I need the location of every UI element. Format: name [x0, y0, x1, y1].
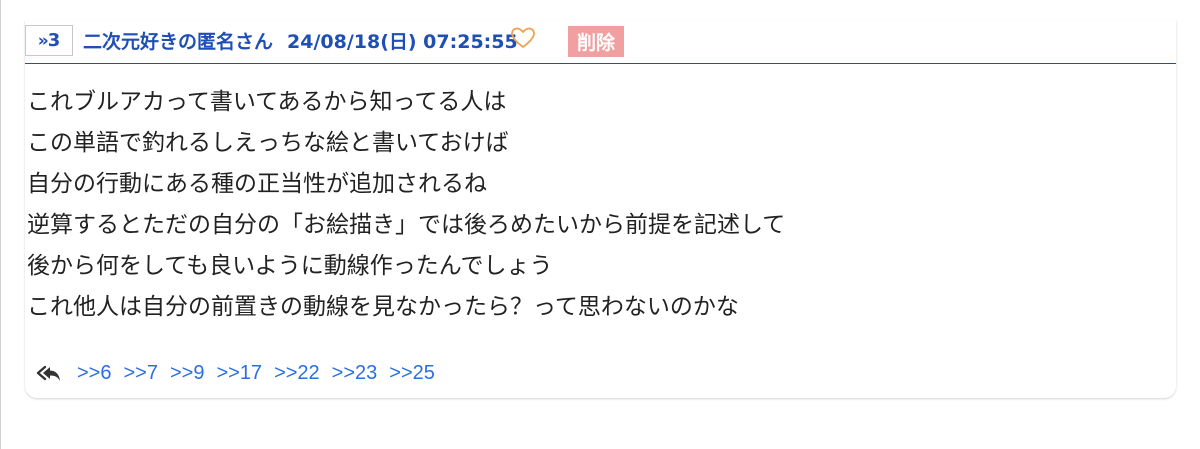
reply-all-icon[interactable]	[35, 362, 63, 384]
post-number-button[interactable]: » 3	[25, 25, 73, 56]
post-header: » 3 二次元好きの匿名さん 24/08/18(日) 07:25:55 削除	[25, 20, 1176, 64]
body-line: この単語で釣れるしえっちな絵と書いておけば	[27, 130, 509, 156]
delete-button[interactable]: 削除	[568, 26, 624, 57]
like-button[interactable]	[510, 26, 536, 50]
reply-link[interactable]: >>9	[170, 362, 204, 385]
body-line: これブルアカって書いてあるから知ってる人は	[27, 89, 507, 115]
post-date: 24/08/18(日) 07:25:55	[287, 31, 518, 53]
body-line: 後から何をしても良いように動線作ったんでしょう	[27, 253, 553, 279]
double-chevron-icon: »	[37, 30, 49, 51]
page-left-border	[0, 0, 1, 449]
reply-link[interactable]: >>22	[274, 362, 320, 385]
body-line: 逆算するとただの自分の「お絵描き」では後ろめたいから前提を記述して	[27, 212, 786, 238]
post-number: 3	[47, 30, 61, 51]
body-line: これ他人は自分の前置きの動線を見なかったら？って思わないのかな	[27, 294, 739, 320]
heart-outline-icon	[511, 27, 535, 48]
reply-link[interactable]: >>23	[332, 362, 378, 385]
poster-name: 二次元好きの匿名さん	[83, 31, 274, 53]
reply-link[interactable]: >>17	[216, 362, 262, 385]
post-body: これブルアカって書いてあるから知ってる人は この単語で釣れるしえっちな絵と書いて…	[27, 82, 785, 328]
reply-link[interactable]: >>25	[389, 362, 435, 385]
post-card: » 3 二次元好きの匿名さん 24/08/18(日) 07:25:55 削除 こ…	[25, 20, 1176, 398]
reply-link[interactable]: >>7	[123, 362, 157, 385]
reply-bar: >>6 >>7 >>9 >>17 >>22 >>23 >>25	[35, 360, 447, 386]
body-line: 自分の行動にある種の正当性が追加されるね	[27, 171, 487, 197]
reply-link[interactable]: >>6	[77, 362, 111, 385]
